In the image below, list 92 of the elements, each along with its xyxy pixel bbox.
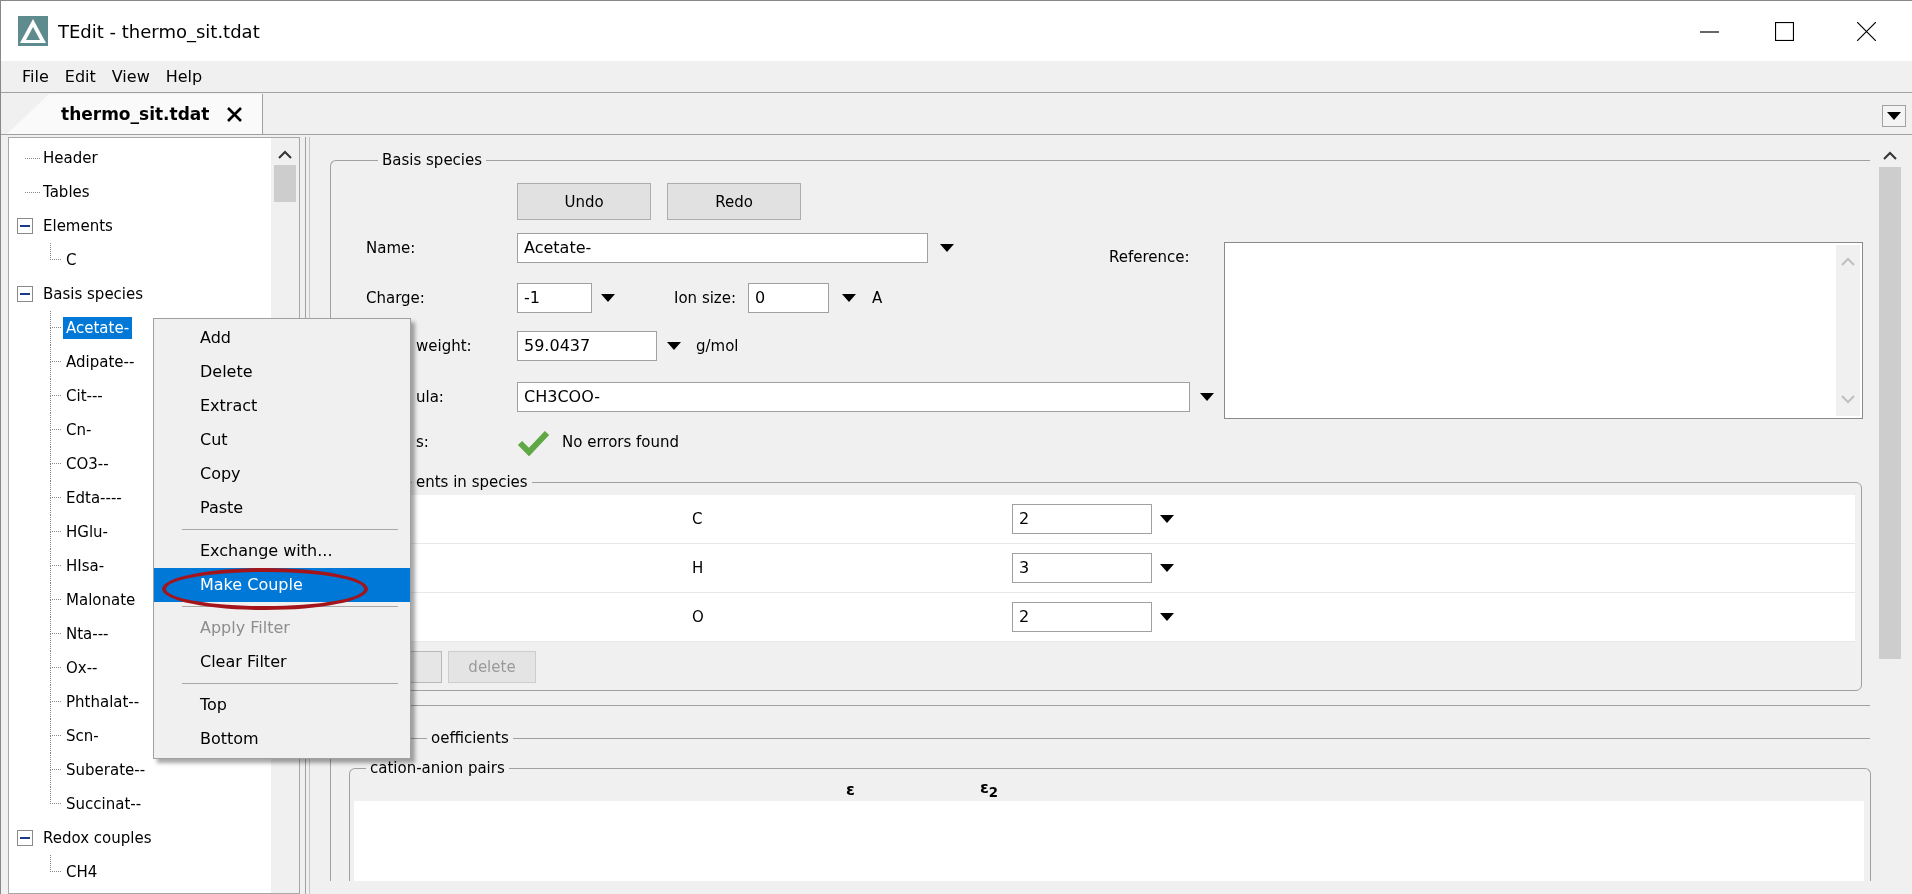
menu-item[interactable]: Top [154,688,410,722]
window-title: TEdit - thermo_sit.tdat [58,20,260,42]
dropdown-arrow-icon[interactable] [1160,564,1174,572]
close-icon[interactable] [1857,21,1876,41]
menu-item[interactable]: Copy [154,457,410,491]
group-title: oefficients [430,729,510,747]
menu-item[interactable]: Paste [154,491,410,525]
tab-list-button[interactable] [1882,105,1906,127]
dropdown-arrow-icon[interactable] [842,294,856,302]
unit-label: A [872,289,883,307]
menu-item[interactable]: Extract [154,389,410,423]
group-title: Basis species [381,151,484,169]
group-title: cation-anion pairs [369,759,506,777]
field-label: Charge: [366,289,426,307]
table-cell: O [692,608,704,626]
collapse-icon[interactable] [17,830,33,846]
dropdown-arrow-icon[interactable] [1160,613,1174,621]
collapse-icon[interactable] [17,218,33,234]
dropdown-arrow-icon[interactable] [1160,515,1174,523]
file-tab[interactable]: thermo_sit.tdat [7,94,263,134]
count-field[interactable]: 2 [1012,504,1152,534]
field-label: Name: [366,239,417,257]
field-label: weight: [415,336,473,355]
dropdown-arrow-icon [1887,112,1901,120]
tree-item[interactable]: CO3-- [63,453,112,475]
collapse-icon[interactable] [17,286,33,302]
chevron-up-icon[interactable] [1882,151,1897,160]
tree-item[interactable]: Redox couples [40,827,155,849]
menu-item[interactable]: File [22,67,49,86]
dropdown-arrow-icon[interactable] [667,341,681,350]
tree-item[interactable]: Succinat-- [63,793,145,815]
menu-item[interactable]: Delete [154,355,410,389]
table-cell: H [692,559,704,577]
field-label: Ion size: [674,289,736,307]
tree-item[interactable]: Edta---- [63,487,125,509]
formula-field[interactable]: CH3COO- [517,381,1190,412]
toolbar-button[interactable]: Undo [517,183,651,220]
tree-item[interactable]: C [63,249,80,271]
charge-field[interactable]: -1 [517,283,592,313]
tree-item[interactable]: Elements [40,215,116,237]
menu-item[interactable]: Help [165,67,203,86]
menu-item[interactable]: Edit [64,67,96,86]
dropdown-arrow-icon[interactable] [1200,392,1214,401]
count-field[interactable]: 3 [1012,553,1152,583]
group-title: ents in species [415,473,529,491]
scrollbar-thumb[interactable] [274,165,296,202]
tree-item[interactable]: CH4 [63,861,101,883]
tree-item[interactable]: Adipate-- [63,351,138,373]
toolbar-button[interactable]: Redo [667,183,801,220]
count-field[interactable]: 2 [1012,602,1152,632]
ion-size-field[interactable]: 0 [748,283,829,313]
menu-item[interactable]: Exchange with... [154,534,410,568]
tree-item[interactable]: HIsa- [63,555,108,577]
tree-item[interactable]: Cn- [63,419,95,441]
tree-item[interactable]: Tables [40,181,93,203]
menu-item[interactable]: Add [154,321,410,355]
tree-item[interactable]: Malonate [63,589,139,611]
chevron-down-icon [1841,395,1855,404]
unit-label: g/mol [696,336,739,355]
menu-item[interactable]: View [111,67,150,86]
tree-item[interactable]: Ox-- [63,657,101,679]
table-cell: C [692,510,703,528]
column-header: ε$_{2}$ [979,777,999,801]
tree-item[interactable]: Basis species [40,283,147,305]
app-logo-icon [18,16,48,46]
maximize-icon[interactable] [1775,21,1794,41]
dropdown-arrow-icon[interactable] [940,244,954,252]
menu-item[interactable]: Bottom [154,722,410,756]
menu-item[interactable]: Cut [154,423,410,457]
menu-item[interactable]: Clear Filter [154,645,410,679]
tree-item[interactable]: Header [40,147,101,169]
tree-item[interactable]: Suberate-- [63,759,149,781]
close-icon[interactable] [227,106,243,122]
chevron-up-icon[interactable] [278,150,292,159]
field-label: Reference: [1109,248,1191,266]
tree-item[interactable]: Cit--- [63,385,106,407]
chevron-up-icon [1841,257,1855,266]
dropdown-arrow-icon[interactable] [601,294,615,302]
field-label: ula: [415,387,445,406]
tree-item[interactable]: Acetate- [63,317,133,339]
weight-field[interactable]: 59.0437 [517,330,657,361]
tree-item[interactable]: Phthalat-- [63,691,143,713]
tree-item[interactable]: Scn- [63,725,102,747]
name-field[interactable]: Acetate- [517,233,928,263]
column-header: ε [846,779,855,799]
tree-item[interactable]: Nta--- [63,623,112,645]
menu-item[interactable]: Make Couple [154,568,410,602]
tree-item[interactable]: HGlu- [63,521,111,543]
scrollbar-thumb[interactable] [1878,167,1901,659]
reference-field[interactable] [1224,242,1863,419]
field-label: s: [415,433,430,451]
status-text: No errors found [562,433,680,451]
